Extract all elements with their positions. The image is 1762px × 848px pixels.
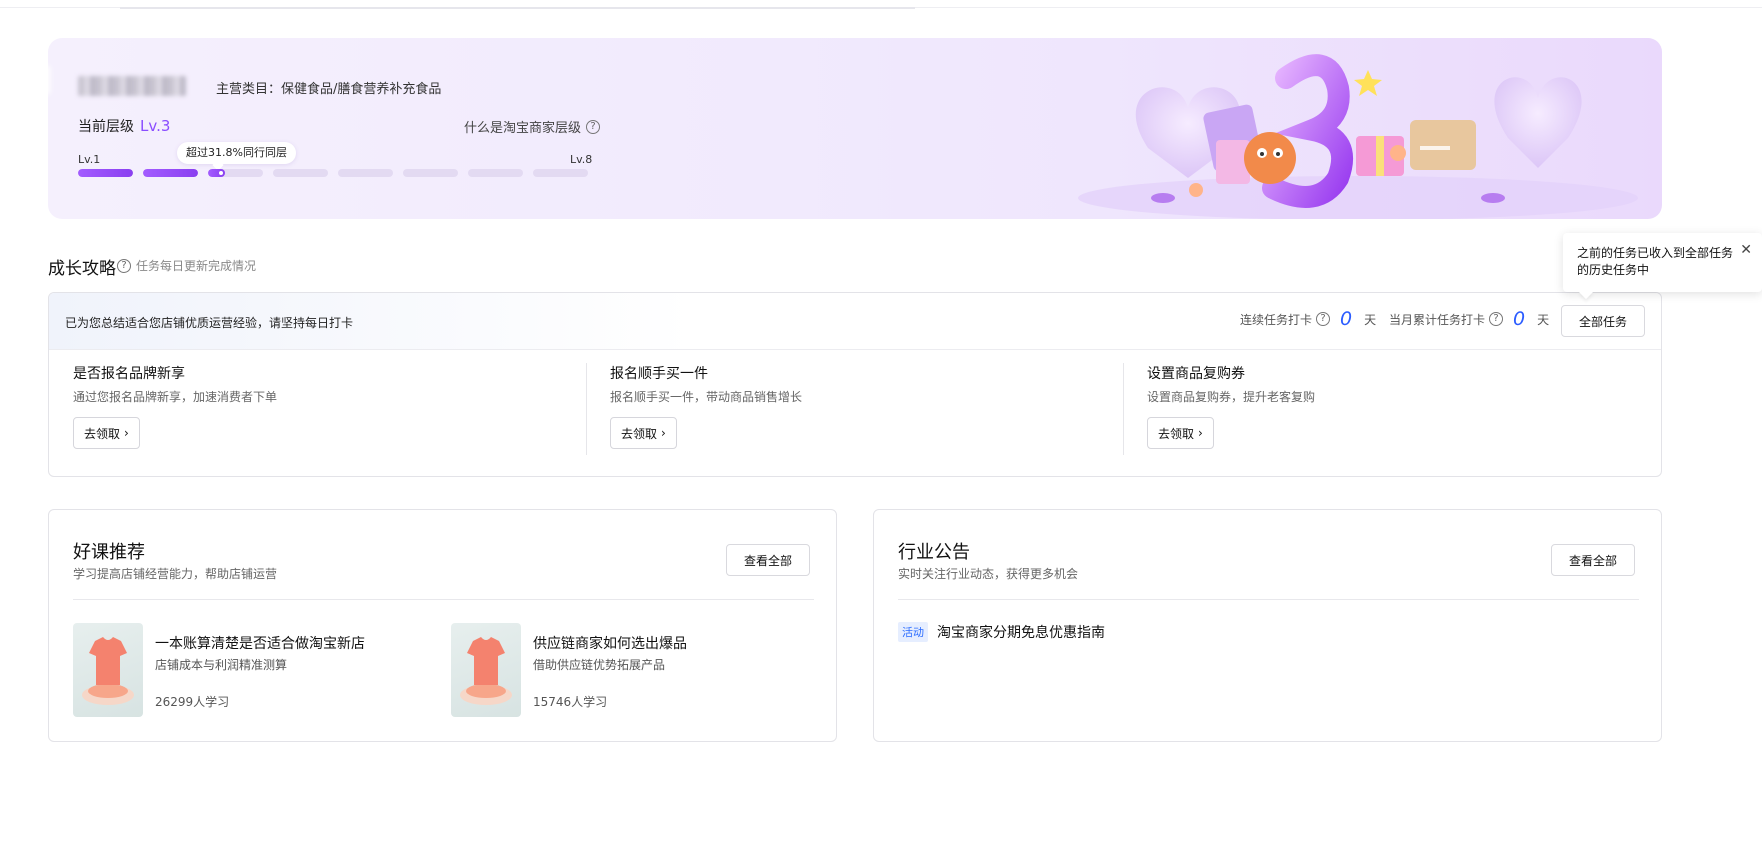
announcement-card-title: 行业公告: [898, 542, 970, 563]
claim-button-label: 去领取: [1158, 426, 1195, 441]
task-card: 已为您总结适合您店铺优质运营经验，请坚持每日打卡 连续任务打卡 ? 0 天 当月…: [48, 292, 1662, 477]
card-divider: [73, 599, 814, 600]
monthly-unit: 天: [1537, 312, 1550, 327]
blur-edge: [48, 66, 50, 94]
card-divider: [898, 599, 1639, 600]
course-desc: 借助供应链优势拓展产品: [533, 658, 666, 672]
course-desc: 店铺成本与利润精准测算: [155, 658, 288, 672]
top-tab-underline: [120, 7, 915, 9]
monthly-label: 当月累计任务打卡: [1389, 312, 1486, 327]
question-circle-icon[interactable]: ?: [117, 258, 131, 273]
all-tasks-button[interactable]: 全部任务: [1561, 305, 1645, 337]
popover-text: 之前的任务已收入到全部任务的历史任务中: [1577, 246, 1734, 277]
task-desc: 报名顺手买一件，带动商品销售增长: [610, 390, 803, 404]
announcement-text: 淘宝商家分期免息优惠指南: [937, 625, 1105, 641]
level-bar-7: [468, 169, 523, 177]
course-card-title: 好课推荐: [73, 542, 145, 563]
close-icon[interactable]: ✕: [1740, 242, 1752, 259]
tshirt-icon: [460, 637, 512, 705]
level-bar-marker: [218, 171, 223, 175]
shop-name-redacted: [78, 76, 186, 96]
chevron-right-icon: ›: [1198, 426, 1203, 440]
task-item: 是否报名品牌新享 通过您报名品牌新享，加速消费者下单 去领取 ›: [49, 363, 586, 463]
level-bar-1: [78, 169, 133, 177]
level-bar-fill: [143, 169, 198, 177]
tshirt-icon: [82, 637, 134, 705]
task-desc: 通过您报名品牌新享，加速消费者下单: [73, 390, 278, 404]
announcement-item[interactable]: 活动 淘宝商家分期免息优惠指南: [898, 622, 1105, 642]
what-is-level-text: 什么是淘宝商家层级: [464, 121, 582, 136]
course-recommend-card: 好课推荐 学习提高店铺经营能力，帮助店铺运营 查看全部 一本账算清楚是否适合做淘…: [48, 509, 837, 742]
streak-counter: 连续任务打卡 ? 0 天: [1240, 308, 1376, 330]
current-level: 当前层级 Lv.3: [78, 116, 170, 136]
view-all-announcements-button[interactable]: 查看全部: [1551, 544, 1635, 576]
claim-button-label: 去领取: [84, 426, 121, 441]
course-learners: 15746人学习: [533, 695, 608, 709]
task-item: 设置商品复购券 设置商品复购券，提升老客复购 去领取 ›: [1123, 363, 1660, 463]
task-title: 是否报名品牌新享: [73, 366, 185, 382]
chevron-right-icon: ›: [124, 426, 129, 440]
top-divider: [0, 7, 1762, 9]
announcement-tag: 活动: [898, 622, 928, 642]
course-learners: 26299人学习: [155, 695, 230, 709]
streak-label: 连续任务打卡: [1240, 312, 1313, 327]
chevron-right-icon: ›: [661, 426, 666, 440]
task-title: 设置商品复购券: [1147, 366, 1245, 382]
level-bar-5: [338, 169, 393, 177]
task-hint: 已为您总结适合您店铺优质运营经验，请坚持每日打卡: [65, 316, 354, 330]
task-desc: 设置商品复购券，提升老客复购: [1147, 390, 1316, 404]
what-is-level-link[interactable]: 什么是淘宝商家层级 ?: [464, 117, 601, 136]
level-banner: 主营类目：保健食品/膳食营养补充食品 当前层级 Lv.3 什么是淘宝商家层级 ? …: [48, 38, 1662, 219]
monthly-counter: 当月累计任务打卡 ? 0 天: [1389, 308, 1549, 330]
level-progress-bars: [78, 169, 588, 177]
monthly-value: 0: [1513, 308, 1526, 330]
level-percentile-tooltip: 超过31.8%同行同层: [177, 142, 296, 164]
growth-subtitle: ? 任务每日更新完成情况: [117, 257, 256, 274]
task-item: 报名顺手买一件 报名顺手买一件，带动商品销售增长 去领取 ›: [586, 363, 1123, 463]
claim-button[interactable]: 去领取 ›: [73, 417, 140, 449]
view-all-courses-button[interactable]: 查看全部: [726, 544, 810, 576]
course-item[interactable]: 一本账算清楚是否适合做淘宝新店 店铺成本与利润精准测算 26299人学习: [73, 623, 433, 719]
course-thumbnail: [73, 623, 143, 717]
level-min-label: Lv.1: [78, 153, 101, 166]
current-level-value: Lv.3: [140, 117, 171, 135]
level-bar-3: [208, 169, 263, 177]
question-circle-icon[interactable]: ?: [1316, 312, 1331, 326]
level-bar-fill: [78, 169, 133, 177]
course-name: 供应链商家如何选出爆品: [533, 636, 687, 652]
current-level-label: 当前层级: [78, 119, 134, 135]
question-circle-icon[interactable]: ?: [1489, 312, 1504, 326]
course-thumbnail: [451, 623, 521, 717]
question-circle-icon: ?: [586, 119, 601, 134]
course-name: 一本账算清楚是否适合做淘宝新店: [155, 636, 365, 652]
level-bar-4: [273, 169, 328, 177]
claim-button[interactable]: 去领取 ›: [1147, 417, 1214, 449]
course-card-subtitle: 学习提高店铺经营能力，帮助店铺运营: [73, 567, 278, 581]
task-title: 报名顺手买一件: [610, 366, 708, 382]
announcement-card-subtitle: 实时关注行业动态，获得更多机会: [898, 567, 1079, 581]
streak-unit: 天: [1364, 312, 1377, 327]
level-bar-8: [533, 169, 588, 177]
level-max-label: Lv.8: [570, 153, 593, 166]
level-3-illustration: [1078, 54, 1638, 219]
history-tasks-popover: 之前的任务已收入到全部任务的历史任务中 ✕: [1563, 233, 1762, 292]
level-bar-2: [143, 169, 198, 177]
task-card-header: 已为您总结适合您店铺优质运营经验，请坚持每日打卡 连续任务打卡 ? 0 天 当月…: [49, 293, 1661, 350]
claim-button-label: 去领取: [621, 426, 658, 441]
industry-announcement-card: 行业公告 实时关注行业动态，获得更多机会 查看全部 活动 淘宝商家分期免息优惠指…: [873, 509, 1662, 742]
growth-title: 成长攻略: [48, 259, 116, 279]
claim-button[interactable]: 去领取 ›: [610, 417, 677, 449]
growth-subtitle-text: 任务每日更新完成情况: [136, 259, 257, 273]
main-category: 主营类目：保健食品/膳食营养补充食品: [216, 82, 442, 97]
streak-value: 0: [1340, 308, 1353, 330]
course-item[interactable]: 供应链商家如何选出爆品 借助供应链优势拓展产品 15746人学习: [451, 623, 811, 719]
level-bar-6: [403, 169, 458, 177]
